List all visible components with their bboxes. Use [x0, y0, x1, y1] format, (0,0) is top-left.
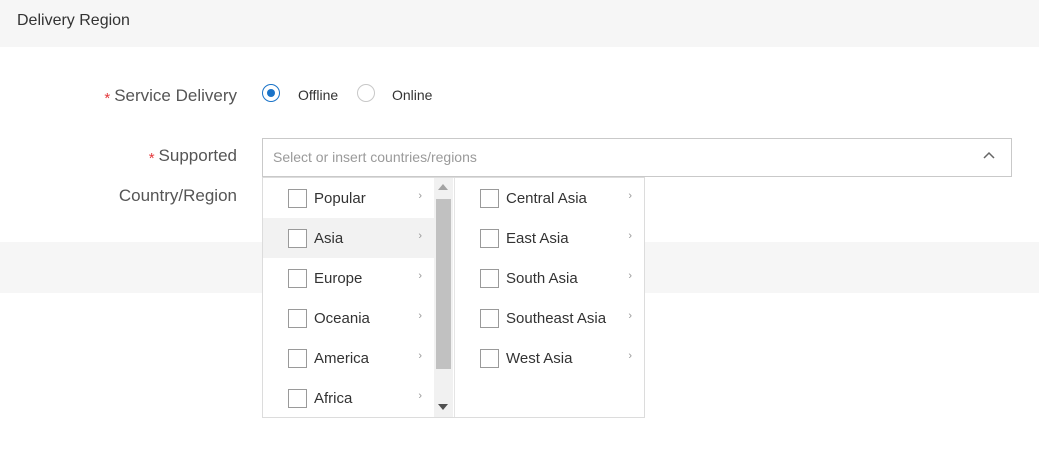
region-checkbox[interactable] [288, 349, 307, 368]
region-item-oceania[interactable]: Oceania › [263, 298, 434, 338]
required-mark: * [104, 90, 111, 107]
country-region-placeholder: Select or insert countries/regions [273, 149, 477, 165]
region-item-popular[interactable]: Popular › [263, 178, 434, 218]
subregion-label: Southeast Asia [506, 310, 607, 327]
supported-label-line1: Supported [158, 146, 237, 165]
country-region-label: Country/Region [118, 186, 237, 205]
subregion-checkbox[interactable] [480, 349, 499, 368]
region-label: Asia [314, 230, 344, 247]
service-delivery-label-text: Service Delivery [114, 86, 237, 105]
chevron-right-icon: › [628, 350, 632, 362]
subregion-checkbox[interactable] [480, 229, 499, 248]
subregion-item-central-asia[interactable]: Central Asia › [455, 178, 644, 218]
subregion-label: South Asia [506, 270, 578, 287]
country-region-select[interactable]: Select or insert countries/regions [262, 138, 1012, 177]
subregion-label: Central Asia [506, 190, 587, 207]
offline-radio-label[interactable]: Offline [298, 87, 338, 103]
scrollbar-thumb[interactable] [436, 199, 451, 369]
scroll-down-arrow-icon[interactable] [438, 404, 448, 410]
region-label: Oceania [314, 310, 370, 327]
region-item-africa[interactable]: Africa › [263, 378, 434, 418]
online-radio-label[interactable]: Online [392, 87, 432, 103]
chevron-right-icon: › [418, 310, 422, 322]
chevron-right-icon: › [628, 230, 632, 242]
online-radio[interactable] [357, 84, 375, 102]
subregion-list: Central Asia › East Asia › South Asia › … [454, 178, 644, 417]
subregion-label: East Asia [506, 230, 569, 247]
offline-radio[interactable] [262, 84, 280, 102]
chevron-right-icon: › [418, 230, 422, 242]
subregion-checkbox[interactable] [480, 269, 499, 288]
section-title: Delivery Region [17, 12, 130, 29]
region-checkbox[interactable] [288, 309, 307, 328]
chevron-right-icon: › [418, 270, 422, 282]
chevron-right-icon: › [418, 350, 422, 362]
subregion-item-southeast-asia[interactable]: Southeast Asia › [455, 298, 644, 338]
supported-label: * Supported [148, 146, 237, 167]
service-delivery-label: * Service Delivery [104, 86, 237, 107]
subregion-checkbox[interactable] [480, 189, 499, 208]
region-label: Africa [314, 390, 353, 407]
region-list: Popular › Asia › Europe › Oceania › Amer… [263, 178, 434, 417]
section-header: Delivery Region [0, 0, 1039, 47]
region-checkbox[interactable] [288, 229, 307, 248]
region-dropdown: Popular › Asia › Europe › Oceania › Amer… [262, 177, 645, 418]
region-checkbox[interactable] [288, 189, 307, 208]
subregion-item-south-asia[interactable]: South Asia › [455, 258, 644, 298]
region-label: America [314, 350, 370, 367]
region-item-america[interactable]: America › [263, 338, 434, 378]
region-item-europe[interactable]: Europe › [263, 258, 434, 298]
required-mark: * [148, 150, 155, 167]
chevron-right-icon: › [418, 390, 422, 402]
subregion-label: West Asia [506, 350, 573, 367]
region-checkbox[interactable] [288, 269, 307, 288]
region-label: Europe [314, 270, 363, 287]
scroll-up-arrow-icon[interactable] [438, 184, 448, 190]
region-item-asia[interactable]: Asia › [263, 218, 434, 258]
chevron-right-icon: › [628, 310, 632, 322]
chevron-right-icon: › [628, 270, 632, 282]
region-label: Popular [314, 190, 366, 207]
region-scrollbar[interactable] [434, 178, 453, 417]
chevron-right-icon: › [628, 190, 632, 202]
subregion-item-east-asia[interactable]: East Asia › [455, 218, 644, 258]
subregion-item-west-asia[interactable]: West Asia › [455, 338, 644, 378]
subregion-checkbox[interactable] [480, 309, 499, 328]
chevron-up-icon[interactable] [981, 148, 997, 164]
region-checkbox[interactable] [288, 389, 307, 408]
chevron-right-icon: › [418, 190, 422, 202]
